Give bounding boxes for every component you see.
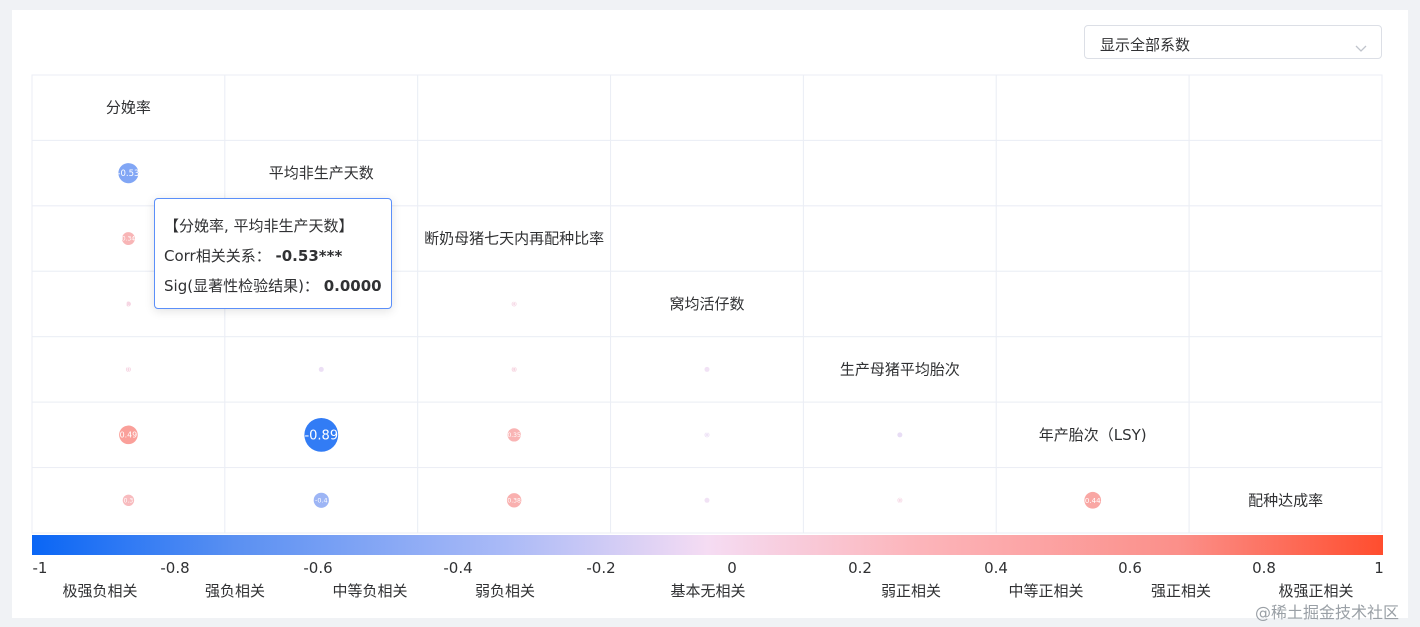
correlation-value-label: 0.35: [507, 432, 521, 439]
tooltip-corr-label: Corr相关关系：: [164, 247, 271, 265]
scale-tick-label: 0.8: [1252, 559, 1276, 577]
matrix-cell[interactable]: [417, 74, 612, 141]
scale-category-label: 中等正相关: [1008, 582, 1084, 600]
correlation-circle[interactable]: [704, 497, 710, 503]
scale-tick-label: 1: [1374, 559, 1384, 577]
scale-category-label: 强负相关: [204, 582, 266, 600]
correlation-circle[interactable]: [897, 432, 903, 438]
correlation-tooltip: 【分娩率, 平均非生产天数】 Corr相关关系： -0.53*** Sig(显著…: [154, 198, 392, 309]
tooltip-corr-row: Corr相关关系： -0.53***: [164, 245, 342, 266]
tooltip-sig-row: Sig(显著性检验结果)： 0.0000: [164, 275, 382, 296]
variable-label: 平均非生产天数: [269, 164, 374, 182]
matrix-cell[interactable]: [995, 270, 1190, 338]
correlation-value-label: 0: [898, 497, 902, 504]
matrix-cell[interactable]: [802, 270, 997, 338]
scale-tick-label: -0.8: [160, 559, 190, 577]
correlation-value-label: 0: [512, 367, 516, 374]
correlation-value-label: 0: [705, 432, 709, 439]
tooltip-sig-value: 0.0000: [323, 277, 382, 295]
matrix-cell[interactable]: [1188, 74, 1383, 141]
scale-category-label: 弱正相关: [880, 582, 942, 600]
matrix-cell[interactable]: [610, 205, 804, 272]
scale-category-label: 强正相关: [1150, 582, 1212, 600]
scale-tick-label: 0.2: [848, 559, 872, 577]
scale-tick-label: 0.6: [1118, 559, 1142, 577]
scale-tick-label: 0.4: [984, 559, 1008, 577]
variable-label: 配种达成率: [1248, 491, 1323, 509]
correlation-value-label: -0.89: [304, 429, 338, 444]
scale-category-label: 极强负相关: [62, 582, 138, 600]
correlation-value-label: 0.44: [1085, 496, 1101, 505]
correlation-value-label: 0.34: [122, 236, 136, 243]
tooltip-sig-label: Sig(显著性检验结果)：: [164, 277, 319, 295]
matrix-cell[interactable]: [1188, 270, 1383, 338]
correlation-circle[interactable]: [318, 366, 324, 372]
correlation-value-label: -0.4: [315, 497, 328, 505]
variable-label: 断奶母猪七天内再配种比率: [424, 230, 604, 248]
scale-category-label: 基本无相关: [670, 582, 746, 600]
correlation-value-label: 0: [127, 367, 131, 374]
variable-label: 生产母猪平均胎次: [840, 360, 960, 378]
scale-category-label: 中等负相关: [332, 582, 408, 600]
matrix-cell[interactable]: [224, 74, 419, 141]
variable-label: 分娩率: [106, 99, 151, 117]
tooltip-corr-value: -0.53***: [275, 247, 343, 265]
correlation-matrix: 分娩率平均非生产天数断奶母猪七天内再配种比率窝均活仔数生产母猪平均胎次年产胎次（…: [31, 74, 1383, 534]
scale-tick-label: -0.4: [443, 559, 473, 577]
matrix-cell[interactable]: [995, 336, 1190, 403]
scale-tick-label: -0.2: [586, 559, 616, 577]
matrix-cell[interactable]: [610, 74, 804, 141]
tooltip-title: 【分娩率, 平均非生产天数】: [164, 217, 354, 235]
matrix-cell[interactable]: [995, 74, 1190, 141]
matrix-cell[interactable]: [802, 74, 997, 141]
matrix-cell[interactable]: [610, 139, 804, 207]
scale-category-label: 极强正相关: [1278, 582, 1354, 600]
watermark: @稀土掘金技术社区: [1255, 603, 1400, 622]
variable-label: 年产胎次（LSY): [1039, 426, 1147, 444]
correlation-circle[interactable]: [704, 366, 710, 372]
matrix-cell[interactable]: [995, 139, 1190, 207]
matrix-cell[interactable]: [802, 139, 997, 207]
color-scale-bar: [32, 535, 1383, 555]
scale-tick-label: -1: [32, 559, 48, 577]
matrix-cell[interactable]: [995, 205, 1190, 272]
matrix-cell[interactable]: [417, 139, 612, 207]
scale-tick-label: 0: [727, 559, 737, 577]
correlation-value-label: -0.53: [117, 169, 139, 179]
scale-tick-label: -0.6: [303, 559, 333, 577]
variable-label: 窝均活仔数: [669, 295, 744, 313]
correlation-value-label: 0: [512, 301, 516, 308]
correlation-value-label: 0.38: [507, 498, 521, 505]
correlation-value-label: 0.3: [124, 497, 134, 504]
scale-category-label: 弱负相关: [474, 582, 536, 600]
correlation-value-label: 0.1: [124, 301, 134, 308]
matrix-cell[interactable]: [1188, 139, 1383, 207]
matrix-cell[interactable]: [802, 205, 997, 272]
matrix-cell[interactable]: [1188, 401, 1383, 469]
matrix-cell[interactable]: [1188, 205, 1383, 272]
matrix-cell[interactable]: [1188, 336, 1383, 403]
correlation-value-label: 0.49: [120, 431, 138, 440]
